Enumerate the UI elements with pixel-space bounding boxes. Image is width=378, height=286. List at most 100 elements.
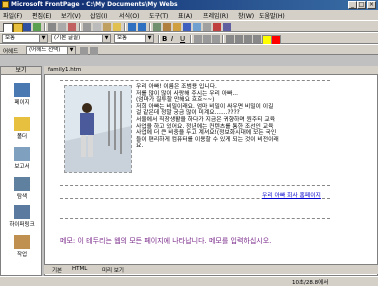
insert-image-icon[interactable] [173,23,181,31]
size-combo[interactable]: 보통 ▼ [114,34,154,43]
hyperlinks-icon [14,205,30,219]
view-tasks-label: 작업 [16,252,28,258]
menu-tools[interactable]: 도구(T) [149,11,168,20]
format-toolbar: 보통 ▼ (기본 글꼴) ▼ 보통 ▼ B I U [0,32,378,45]
menu-file[interactable]: 파일(F) [3,11,22,20]
insert-component-icon[interactable] [153,23,161,31]
maximize-button[interactable]: □ [357,1,366,9]
bullets-icon[interactable] [235,35,243,43]
view-reports-label: 보고서 [14,164,30,170]
header-toolbar: 어헤드 (어헤드 선택) ▼ [0,44,378,55]
stop-icon[interactable] [203,23,211,31]
status-bar: 10초/28.8에서 [0,276,378,286]
folder-icon [14,117,30,131]
bio-line: 걸 같은데 정말 궁금 많이 미계요.......???? [136,110,240,117]
tasks-icon [14,235,30,249]
table-border [60,185,330,186]
page-icon [14,83,30,97]
bio-line: 서울에서 직장생활을 하다가 지금은 귀향하며 원주티 교육 [136,116,276,123]
spelling-icon[interactable] [68,23,76,31]
view-navigation-label: 탐색 [16,194,28,200]
chevron-down-icon[interactable]: ▼ [67,47,75,54]
header-combo[interactable]: (어헤드 선택) ▼ [26,46,76,55]
chevron-down-icon[interactable]: ▼ [145,35,153,42]
document-tab-bar: family1.htm [44,66,378,75]
window-title: Microsoft FrontPage - C:\My Documents\My… [11,1,178,8]
view-folders-label: 폴더 [16,134,28,140]
undo-icon[interactable] [128,23,136,31]
view-tabs: 기본 HTML 미리 보기 [44,264,378,274]
bold-button[interactable]: B [162,35,170,43]
view-hyperlinks[interactable]: 하이퍼링크 [3,205,41,228]
shared-border-bottom [60,218,330,219]
redo-icon[interactable] [138,23,146,31]
save-icon[interactable] [23,23,31,31]
menu-view[interactable]: 보기(V) [61,11,81,20]
align-center-icon[interactable] [203,35,211,43]
print-icon[interactable] [48,23,56,31]
view-tasks[interactable]: 작업 [3,235,41,258]
align-right-icon[interactable] [212,35,220,43]
menu-help[interactable]: 도움말(H) [259,11,285,20]
insert-table-icon[interactable] [163,23,171,31]
view-page-label: 페이지 [14,100,30,106]
shared-border-top [60,80,330,81]
refresh-icon[interactable] [193,23,201,31]
menu-bar: 파일(F) 편집(E) 보기(V) 삽입(I) 서식(O) 도구(T) 표(A)… [0,10,378,20]
header-value: (어헤드 선택) [29,47,61,53]
view-navigation[interactable]: 탐색 [3,177,41,200]
publish-icon[interactable] [33,23,41,31]
document-tab[interactable]: family1.htm [48,67,81,73]
decrease-indent-icon[interactable] [244,35,252,43]
reports-icon [14,147,30,161]
company-homepage-link[interactable]: 우리 아빠 회사 홈페이지 [262,190,321,199]
tab-normal[interactable]: 기본 [52,266,62,274]
help-icon[interactable] [223,23,231,31]
arrow-icon[interactable] [90,47,98,55]
align-left-icon[interactable] [194,35,202,43]
header-label: 어헤드 [3,49,19,55]
bio-line: 들이 편리하게 컴퓨터를 이용할 수 있게 되는 것이 비전이래 [136,136,279,143]
font-value: (기본 글꼴) [54,35,81,41]
bio-text: 우리 아빠! 이름은 조범용 입니다. 저를 많이 많이 사랑해 주시는 우리 … [136,84,320,150]
view-page[interactable]: 페이지 [3,83,41,106]
shared-border-note: 메모: 이 테두리는 웹의 모든 페이지에 나타납니다. 메모를 입력하십시오. [60,237,272,245]
views-panel-header: 보기 [0,66,42,75]
hyperlink-icon[interactable] [183,23,191,31]
menu-frames[interactable]: 프레임(R) [203,11,228,20]
font-combo[interactable]: (기본 글꼴) ▼ [51,34,111,43]
menu-insert[interactable]: 삽입(I) [90,11,108,20]
menu-table[interactable]: 표(A) [178,11,192,20]
copy-icon[interactable] [93,23,101,31]
chevron-down-icon[interactable]: ▼ [39,35,47,42]
show-all-icon[interactable] [213,23,221,31]
menu-edit[interactable]: 편집(E) [32,11,52,20]
style-combo[interactable]: 보통 ▼ [2,34,48,43]
bio-line: 우리 아빠! 이름은 조범용 입니다. [136,84,217,90]
cut-icon[interactable] [83,23,91,31]
bio-line: 사업에 더 큰 비중을 두고 계셔요!(정보화시대에 모든 국인 [136,130,277,137]
views-panel: 페이지 폴더 보고서 탐색 하이퍼링크 작업 [0,66,42,276]
view-hyperlinks-label: 하이퍼링크 [9,222,35,228]
increase-indent-icon[interactable] [253,35,261,43]
format-painter-icon[interactable] [113,23,121,31]
arrow-icon[interactable] [80,47,88,55]
view-folders[interactable]: 폴더 [3,117,41,140]
chevron-down-icon[interactable]: ▼ [102,35,110,42]
view-reports[interactable]: 보고서 [3,147,41,170]
style-value: 보통 [5,35,16,41]
preview-icon[interactable] [58,23,66,31]
underline-button[interactable]: U [180,35,188,43]
father-photo[interactable] [64,85,132,173]
italic-button[interactable]: I [171,35,179,43]
menu-window[interactable]: 창(W) [238,11,254,20]
frontpage-icon [2,1,9,8]
tab-preview[interactable]: 미리 보기 [102,266,124,274]
close-button[interactable]: × [367,1,376,9]
minimize-button[interactable]: _ [348,1,357,9]
menu-format[interactable]: 서식(O) [119,11,139,20]
tab-html[interactable]: HTML [72,266,87,272]
standard-toolbar [0,20,378,33]
numbering-icon[interactable] [226,35,234,43]
paste-icon[interactable] [103,23,111,31]
